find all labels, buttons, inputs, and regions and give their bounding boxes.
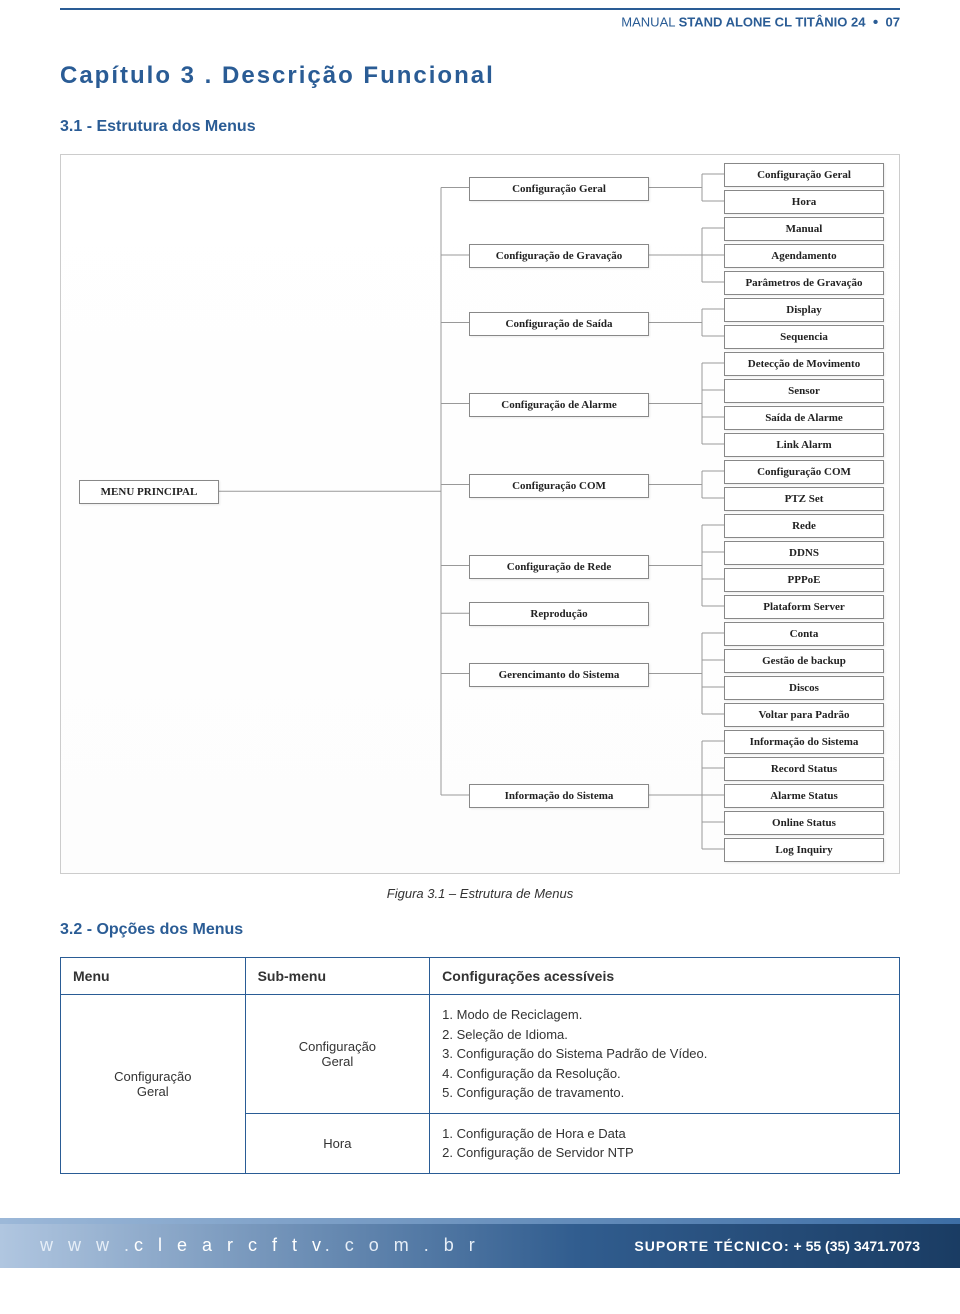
diagram-leaf-node: PPPoE — [724, 568, 884, 592]
td-conf: 1. Configuração de Hora e Data2. Configu… — [430, 1113, 900, 1173]
header-dot: • — [873, 14, 879, 31]
header-prefix: MANUAL — [621, 14, 675, 29]
diagram-leaf-node: Log Inquiry — [724, 838, 884, 862]
th-submenu: Sub-menu — [245, 958, 430, 995]
diagram-leaf-node: Online Status — [724, 811, 884, 835]
footer-support: SUPORTE TÉCNICO: + 55 (35) 3471.7073 — [634, 1238, 920, 1254]
diagram-leaf-node: Voltar para Padrão — [724, 703, 884, 727]
figure-caption: Figura 3.1 – Estrutura de Menus — [60, 886, 900, 901]
support-number-value: + 55 (35) 3471.7073 — [794, 1238, 921, 1254]
diagram-mid-node: Configuração Geral — [469, 177, 649, 201]
section-3-2-title: 3.2 - Opções dos Menus — [60, 921, 900, 939]
diagram-root-node: MENU PRINCIPAL — [79, 480, 219, 504]
menu-options-table: Menu Sub-menu Configurações acessíveis C… — [60, 957, 900, 1174]
sub-cell-text: ConfiguraçãoGeral — [299, 1039, 376, 1069]
diagram-leaf-node: Informação do Sistema — [724, 730, 884, 754]
diagram-leaf-node: Hora — [724, 190, 884, 214]
menu-structure-diagram: Configuração Geral Hora Manual Agendamento P… — [60, 154, 900, 874]
diagram-leaf-node: Link Alarm — [724, 433, 884, 457]
diagram-leaf-node: Display — [724, 298, 884, 322]
page-content: Capítulo 3 . Descrição Funcional 3.1 - E… — [0, 32, 960, 1194]
diagram-leaf-node: Agendamento — [724, 244, 884, 268]
footer-main-bar: w w w .c l e a r c f t v. c o m . b r SU… — [0, 1224, 960, 1268]
footer-url: w w w .c l e a r c f t v. c o m . b r — [40, 1235, 480, 1256]
diagram-leaf-node: Gestão de backup — [724, 649, 884, 673]
diagram-mid-node: Configuração de Saída — [469, 312, 649, 336]
diagram-mid-node: Informação do Sistema — [469, 784, 649, 808]
diagram-leaf-node: Configuração Geral — [724, 163, 884, 187]
url-domain: c l e a r c f t v — [134, 1235, 325, 1255]
td-conf: 1. Modo de Reciclagem.2. Seleção de Idio… — [430, 995, 900, 1114]
header-title: STAND ALONE CL TITÂNIO 24 — [679, 14, 866, 29]
th-config: Configurações acessíveis — [430, 958, 900, 995]
diagram-leaf-node: Parâmetros de Gravação — [724, 271, 884, 295]
diagram-leaf-node: Alarme Status — [724, 784, 884, 808]
diagram-mid-node: Configuração de Rede — [469, 555, 649, 579]
diagram-mid-node: Gerencimanto do Sistema — [469, 663, 649, 687]
diagram-mid-node: Configuração de Gravação — [469, 244, 649, 268]
diagram-leaf-node: Sensor — [724, 379, 884, 403]
diagram-leaf-node: Manual — [724, 217, 884, 241]
td-sub: ConfiguraçãoGeral — [245, 995, 430, 1114]
support-label: SUPORTE TÉCNICO: — [634, 1238, 789, 1254]
diagram-leaf-node: Rede — [724, 514, 884, 538]
header-text: MANUAL STAND ALONE CL TITÂNIO 24 • 07 — [0, 14, 900, 32]
section-3-1-title: 3.1 - Estrutura dos Menus — [60, 118, 900, 136]
diagram-leaf-node: DDNS — [724, 541, 884, 565]
page-footer: w w w .c l e a r c f t v. c o m . b r SU… — [0, 1218, 960, 1274]
diagram-leaf-node: Sequencia — [724, 325, 884, 349]
header-rule — [60, 8, 900, 10]
diagram-mid-node: Reprodução — [469, 602, 649, 626]
diagram-leaf-node: Saída de Alarme — [724, 406, 884, 430]
diagram-leaf-node: Record Status — [724, 757, 884, 781]
diagram-leaf-node: Discos — [724, 676, 884, 700]
table-row: ConfiguraçãoGeral ConfiguraçãoGeral 1. M… — [61, 995, 900, 1114]
td-menu: ConfiguraçãoGeral — [61, 995, 246, 1174]
diagram-mid-node: Configuração COM — [469, 474, 649, 498]
table-header-row: Menu Sub-menu Configurações acessíveis — [61, 958, 900, 995]
diagram-leaf-node: Conta — [724, 622, 884, 646]
menu-cell-text: ConfiguraçãoGeral — [114, 1069, 191, 1099]
header-page: 07 — [886, 14, 900, 29]
diagram-leaf-node: Plataform Server — [724, 595, 884, 619]
url-tld: . c o m . b r — [325, 1235, 480, 1255]
td-sub: Hora — [245, 1113, 430, 1173]
chapter-title: Capítulo 3 . Descrição Funcional — [60, 62, 900, 90]
diagram-leaf-node: Detecção de Movimento — [724, 352, 884, 376]
diagram-mid-node: Configuração de Alarme — [469, 393, 649, 417]
diagram-leaf-node: PTZ Set — [724, 487, 884, 511]
url-www: w w w . — [40, 1235, 134, 1255]
th-menu: Menu — [61, 958, 246, 995]
diagram-leaf-node: Configuração COM — [724, 460, 884, 484]
